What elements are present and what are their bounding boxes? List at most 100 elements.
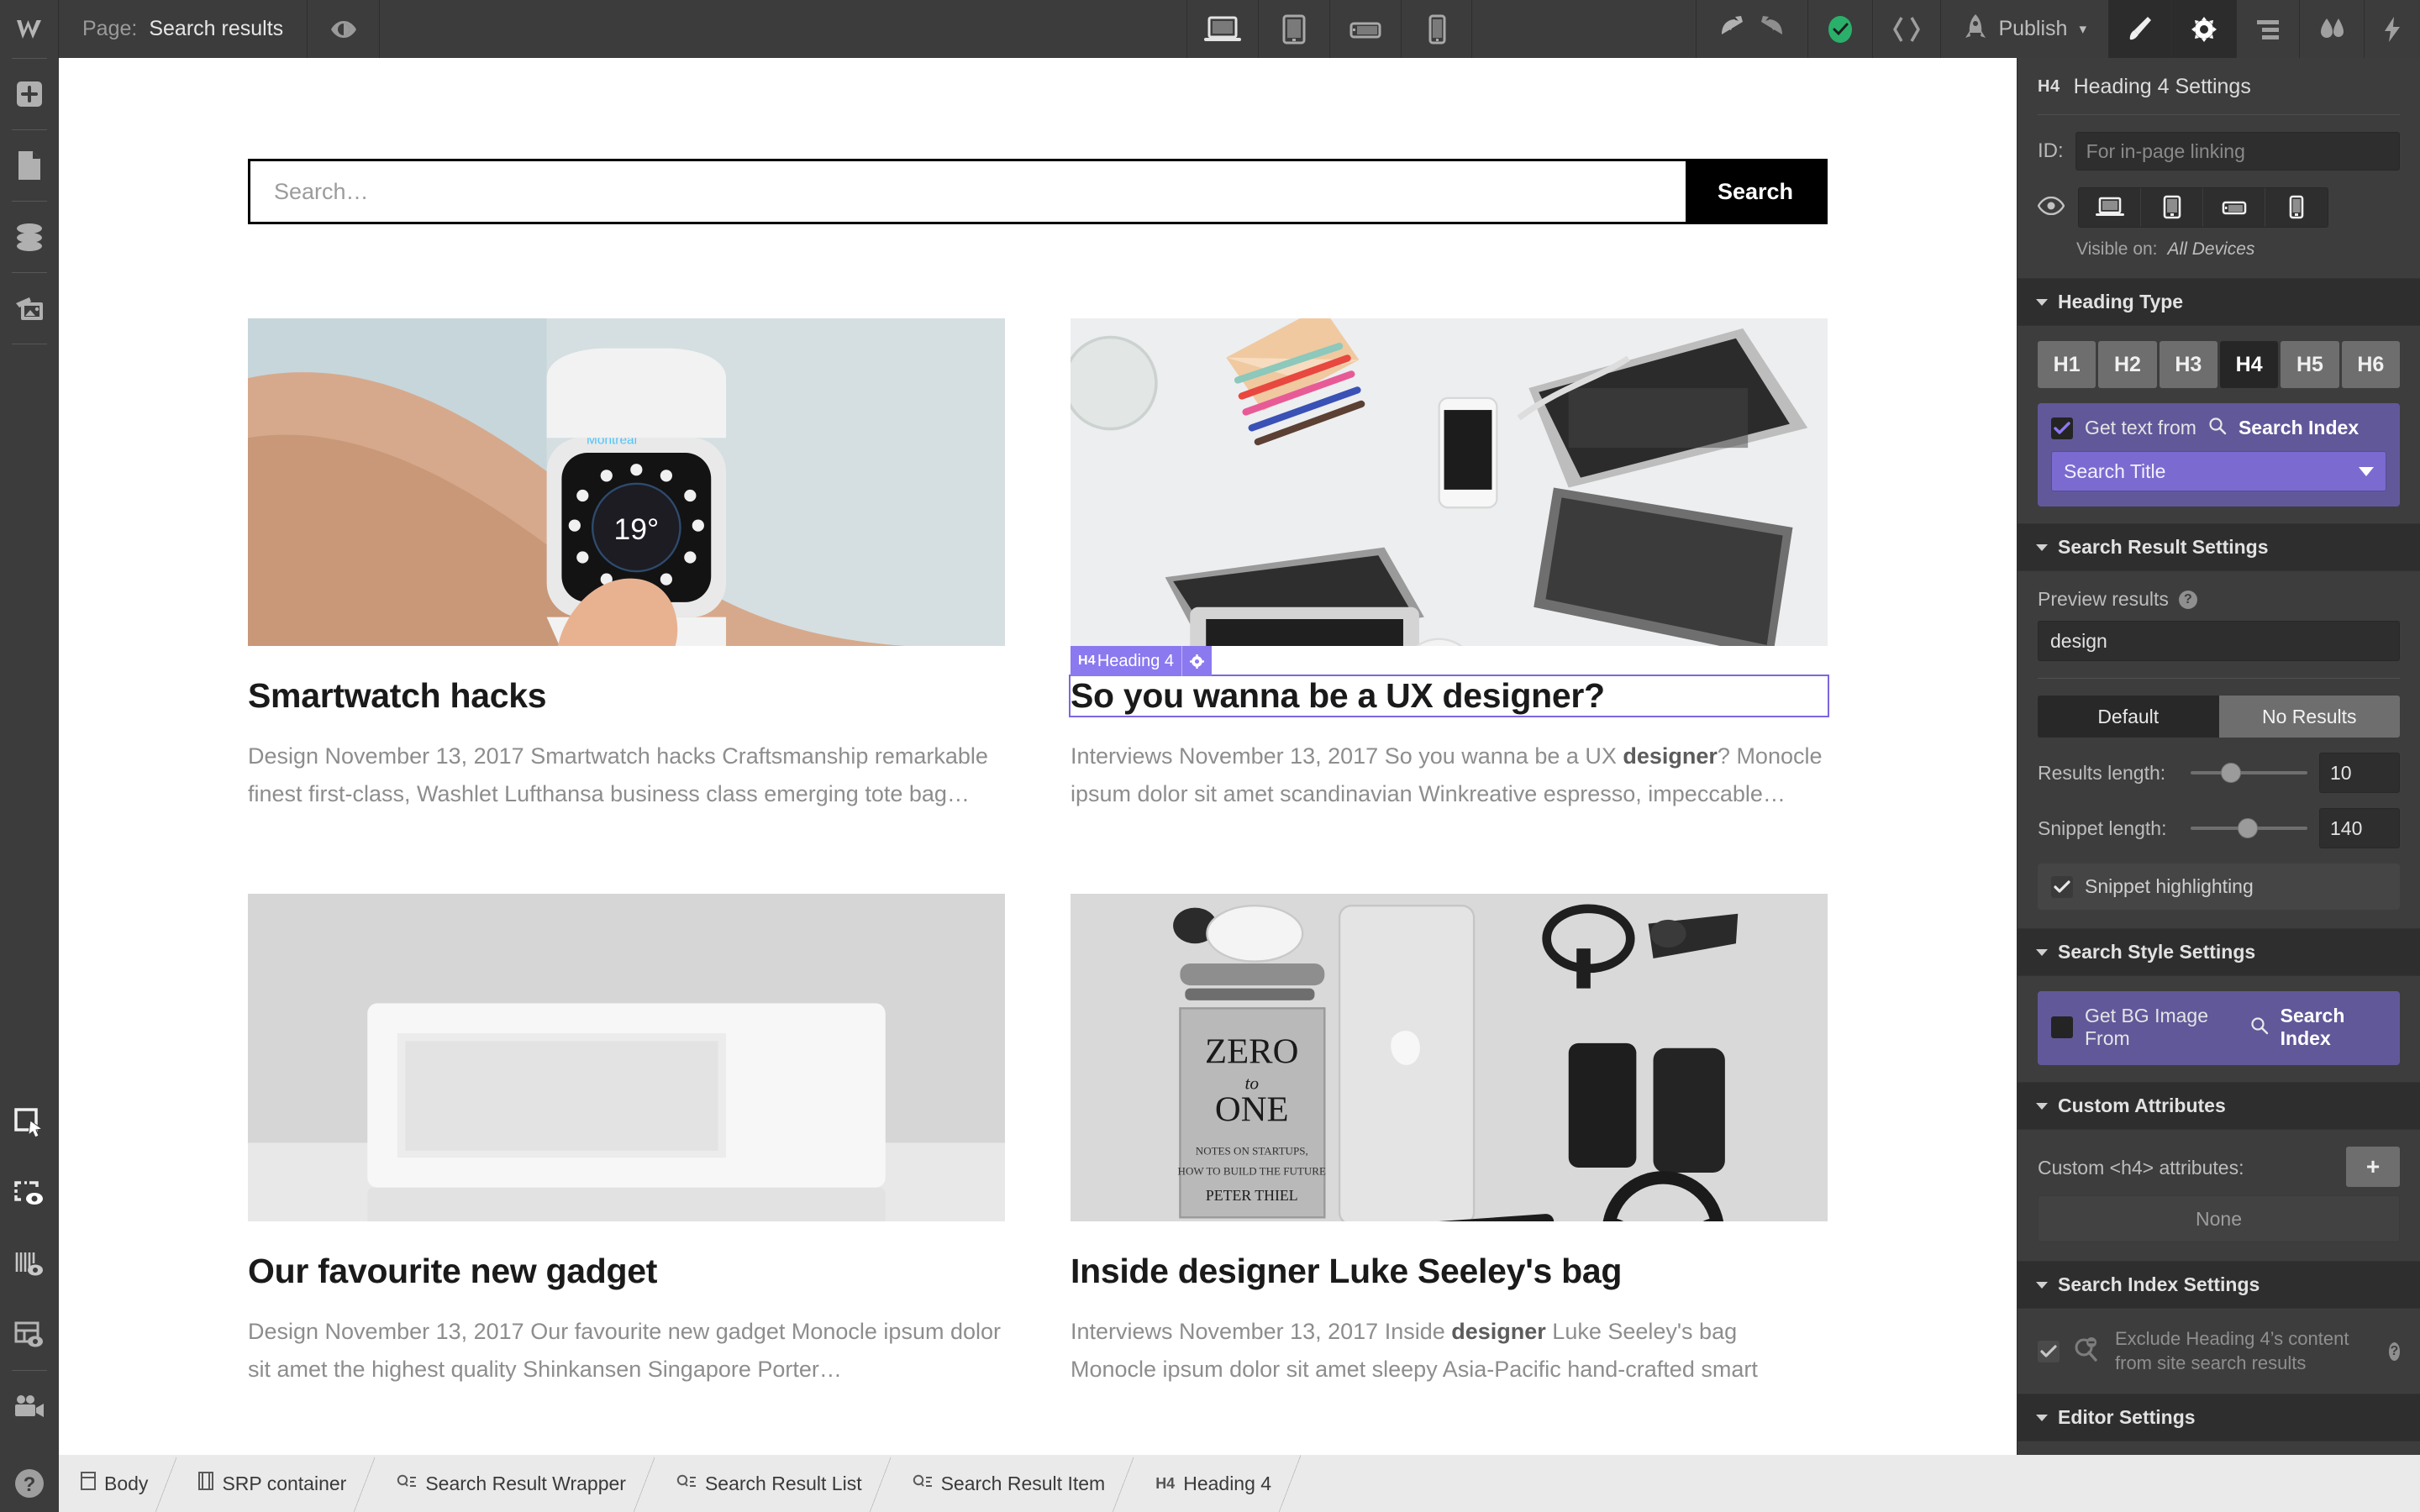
section-heading-type[interactable]: Heading Type bbox=[2018, 278, 2420, 326]
svg-text:NOTES ON STARTUPS,: NOTES ON STARTUPS, bbox=[1196, 1144, 1308, 1157]
result-title[interactable]: So you wanna be a UX designer? bbox=[1069, 674, 1829, 718]
heading-level-h5[interactable]: H5 bbox=[2281, 341, 2339, 388]
result-title[interactable]: Our favourite new gadget bbox=[248, 1252, 1005, 1291]
exclude-from-index-checkbox[interactable] bbox=[2038, 1340, 2060, 1362]
help-icon[interactable]: ? bbox=[2388, 1341, 2400, 1361]
desktop-device-icon[interactable] bbox=[1186, 0, 1258, 58]
section-search-result-settings[interactable]: Search Result Settings bbox=[2018, 523, 2420, 571]
snippet-length-value[interactable]: 140 bbox=[2319, 808, 2400, 848]
results-length-row: Results length: 10 bbox=[2038, 753, 2400, 793]
selection-badge[interactable]: H4 Heading 4 bbox=[1071, 646, 1213, 676]
undo-icon[interactable] bbox=[1718, 14, 1747, 44]
cms-database-icon[interactable] bbox=[0, 202, 59, 272]
results-length-slider[interactable] bbox=[2191, 763, 2307, 783]
show-grid-guides-icon[interactable] bbox=[0, 1229, 59, 1299]
settings-panel-button[interactable] bbox=[2171, 0, 2236, 58]
help-icon[interactable]: ? bbox=[0, 1455, 59, 1512]
preview-results-input[interactable] bbox=[2038, 621, 2400, 661]
search-result-item[interactable]: Our favourite new gadget Design November… bbox=[248, 893, 1005, 1469]
gear-icon[interactable] bbox=[1181, 646, 1212, 676]
heading-level-h2[interactable]: H2 bbox=[2098, 341, 2157, 388]
visibility-desktop-icon[interactable] bbox=[2079, 188, 2141, 227]
breadcrumb-item-heading-4[interactable]: H4 Heading 4 bbox=[1134, 1455, 1301, 1512]
search-icon bbox=[397, 1473, 417, 1495]
lightning-icon[interactable] bbox=[2364, 0, 2420, 58]
code-brackets-icon[interactable] bbox=[1872, 0, 1940, 58]
snippet-highlighting-checkbox[interactable] bbox=[2051, 875, 2073, 898]
visibility-mobile-portrait-icon[interactable] bbox=[2265, 188, 2328, 227]
search-result-item-selected[interactable]: H4 Heading 4 So you wanna be a UX design… bbox=[1069, 318, 1829, 894]
saved-check-icon[interactable] bbox=[1807, 0, 1872, 58]
webflow-designer: Page: Search results Publish ▾ Search… S… bbox=[0, 0, 2420, 1512]
get-text-from-checkbox[interactable] bbox=[2051, 417, 2073, 439]
search-icon bbox=[2208, 417, 2227, 439]
mobile-landscape-device-icon[interactable] bbox=[1329, 0, 1401, 58]
tab-default[interactable]: Default bbox=[2038, 696, 2219, 738]
search-result-item[interactable]: 19° Montréal Smartwatch hacks Design Nov… bbox=[248, 318, 1005, 894]
breadcrumb-item-srp-container[interactable]: SRP container bbox=[176, 1455, 376, 1512]
results-length-value[interactable]: 10 bbox=[2319, 753, 2400, 793]
get-text-from-source: Search Index bbox=[2238, 417, 2360, 438]
result-title[interactable]: Inside designer Luke Seeley's bag bbox=[1071, 1252, 1828, 1291]
tab-no-results[interactable]: No Results bbox=[2218, 696, 2400, 738]
svg-text:ONE: ONE bbox=[1215, 1089, 1289, 1129]
webflow-logo-icon[interactable] bbox=[0, 0, 59, 58]
publish-button[interactable]: Publish ▾ bbox=[1940, 0, 2108, 58]
search-field-select[interactable]: Search Title bbox=[2051, 451, 2386, 491]
id-input[interactable] bbox=[2075, 132, 2400, 171]
breadcrumb-item-search-result-list[interactable]: Search Result List bbox=[654, 1455, 892, 1512]
search-submit-button[interactable]: Search bbox=[1685, 161, 1825, 222]
section-editor-settings[interactable]: Editor Settings bbox=[2018, 1394, 2420, 1442]
show-element-outlines-icon[interactable] bbox=[0, 1158, 59, 1229]
help-icon[interactable]: ? bbox=[2178, 590, 2197, 609]
search-result-item[interactable]: ZERO to ONE NOTES ON STARTUPS, HOW TO BU… bbox=[1071, 893, 1828, 1469]
video-tutorials-icon[interactable] bbox=[0, 1371, 59, 1441]
slider-knob[interactable] bbox=[2221, 763, 2242, 783]
exclude-from-index-row[interactable]: Exclude Heading 4’s content from site se… bbox=[2018, 1309, 2420, 1394]
pages-icon[interactable] bbox=[0, 130, 59, 201]
get-bg-image-checkbox[interactable] bbox=[2051, 1016, 2073, 1038]
exclude-from-index-label: Exclude Heading 4’s content from site se… bbox=[2115, 1328, 2349, 1373]
tablet-device-icon[interactable] bbox=[1258, 0, 1329, 58]
result-title[interactable]: Smartwatch hacks bbox=[248, 676, 1005, 716]
section-search-index-settings[interactable]: Search Index Settings bbox=[2018, 1261, 2420, 1309]
heading-level-h6[interactable]: H6 bbox=[2341, 341, 2400, 388]
heading-level-h1[interactable]: H1 bbox=[2038, 341, 2096, 388]
preview-eye-icon[interactable] bbox=[308, 0, 381, 58]
breadcrumb-item-search-result-item[interactable]: Search Result Item bbox=[890, 1455, 1134, 1512]
breadcrumb-item-body[interactable]: Body bbox=[59, 1455, 178, 1512]
design-canvas[interactable]: Search… Search 19° Montréal Smartwatch h… bbox=[59, 58, 2017, 1472]
chevron-down-icon bbox=[2036, 298, 2048, 306]
redo-icon[interactable] bbox=[1757, 14, 1786, 44]
visible-on-line: Visible on: All Devices bbox=[2038, 239, 2400, 260]
get-bg-image-label: Get BG Image From bbox=[2085, 1005, 2209, 1049]
section-search-style-settings[interactable]: Search Style Settings bbox=[2018, 928, 2420, 976]
undo-redo-group[interactable] bbox=[1696, 0, 1807, 58]
add-attribute-button[interactable]: + bbox=[2346, 1147, 2400, 1187]
page-selector[interactable]: Page: Search results bbox=[59, 0, 308, 58]
heading-level-h4[interactable]: H4 bbox=[2219, 341, 2279, 388]
assets-icon[interactable] bbox=[0, 273, 59, 344]
section-title: Editor Settings bbox=[2058, 1406, 2196, 1429]
visibility-mobile-landscape-icon[interactable] bbox=[2203, 188, 2265, 227]
mobile-portrait-device-icon[interactable] bbox=[1401, 0, 1473, 58]
snippet-length-slider[interactable] bbox=[2191, 818, 2307, 838]
snippet-highlighting-row[interactable]: Snippet highlighting bbox=[2038, 864, 2400, 910]
search-input[interactable] bbox=[250, 161, 1686, 222]
slider-knob[interactable] bbox=[2237, 818, 2258, 838]
breadcrumb-item-search-result-wrapper[interactable]: Search Result Wrapper bbox=[375, 1455, 655, 1512]
select-tool-icon[interactable] bbox=[0, 1088, 59, 1158]
visibility-tablet-icon[interactable] bbox=[2141, 188, 2203, 227]
breadcrumb-label: SRP container bbox=[222, 1472, 347, 1494]
style-panel-button[interactable] bbox=[2108, 0, 2171, 58]
show-layout-guides-icon[interactable] bbox=[0, 1299, 59, 1370]
section-title: Search Result Settings bbox=[2058, 536, 2269, 558]
section-custom-attributes[interactable]: Custom Attributes bbox=[2018, 1082, 2420, 1130]
navigator-panel-button[interactable] bbox=[2236, 0, 2299, 58]
svg-text:ZERO: ZERO bbox=[1205, 1032, 1298, 1071]
chevron-down-icon[interactable]: ▾ bbox=[2079, 21, 2086, 38]
heading-level-h3[interactable]: H3 bbox=[2159, 341, 2217, 388]
left-toolbar: ? bbox=[0, 58, 59, 1512]
interactions-panel-button[interactable] bbox=[2299, 0, 2364, 58]
add-elements-icon[interactable] bbox=[0, 59, 59, 129]
